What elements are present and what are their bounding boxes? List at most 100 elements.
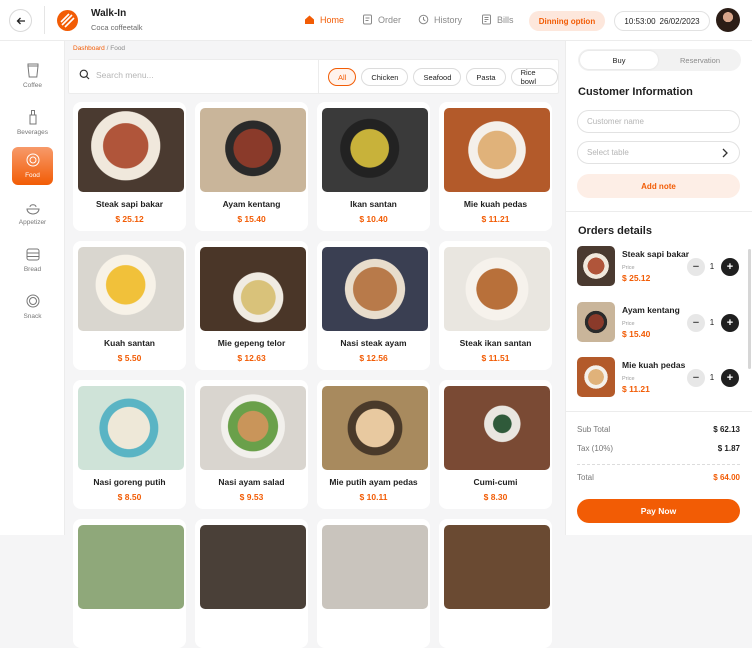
food-name: Nasi ayam salad bbox=[218, 477, 285, 487]
food-image bbox=[200, 108, 306, 192]
time-text: 10:53:00 bbox=[624, 16, 656, 26]
order-item-name: Mie kuah pedas bbox=[622, 360, 686, 370]
menu-card[interactable] bbox=[195, 519, 308, 648]
nav-home[interactable]: Home bbox=[304, 14, 344, 25]
menu-card[interactable]: Ayam kentang $ 15.40 bbox=[195, 102, 308, 231]
nav-order[interactable]: Order bbox=[362, 14, 401, 25]
divider bbox=[44, 6, 45, 34]
subtotal-value: $ 62.13 bbox=[713, 425, 740, 434]
increase-quantity-button[interactable]: + bbox=[721, 369, 739, 387]
search-input[interactable]: Search menu... bbox=[79, 69, 154, 80]
menu-card[interactable]: Cumi-cumi $ 8.30 bbox=[439, 380, 552, 509]
order-type-title: Walk-In bbox=[91, 8, 127, 19]
filter-pasta[interactable]: Pasta bbox=[466, 68, 506, 86]
menu-card[interactable] bbox=[317, 519, 430, 648]
category-sidebar: Coffee Beverages Food Appetizer Bread Sn… bbox=[0, 41, 65, 535]
filter-seafood[interactable]: Seafood bbox=[413, 68, 462, 86]
top-bar: Walk-In Coca coffeetalk Home Order Histo… bbox=[0, 0, 752, 41]
tax-label: Tax (10%) bbox=[577, 444, 614, 453]
sidebar-item-label: Snack bbox=[23, 313, 42, 320]
food-image bbox=[78, 525, 184, 609]
order-item: Steak sapi bakar Price $ 25.12 − 1 + bbox=[577, 246, 742, 286]
sidebar-item-label: Coffee bbox=[22, 82, 43, 89]
menu-card[interactable]: Mie putih ayam pedas $ 10.11 bbox=[317, 380, 430, 509]
increase-quantity-button[interactable]: + bbox=[721, 314, 739, 332]
quantity-value: 1 bbox=[709, 373, 715, 382]
food-price: $ 12.56 bbox=[359, 353, 388, 363]
add-note-button[interactable]: Add note bbox=[577, 174, 740, 198]
arrow-left-icon bbox=[16, 17, 25, 24]
filter-all[interactable]: All bbox=[328, 68, 357, 86]
tab-reservation[interactable]: Reservation bbox=[661, 51, 739, 69]
sidebar-item-coffee[interactable]: Coffee bbox=[12, 57, 53, 95]
total-row: Total $ 64.00 bbox=[577, 473, 740, 482]
decrease-quantity-button[interactable]: − bbox=[687, 314, 705, 332]
filter-rice-bowl[interactable]: Rice bowl bbox=[510, 68, 558, 86]
decrease-quantity-button[interactable]: − bbox=[687, 258, 705, 276]
sidebar-item-snack[interactable]: Snack bbox=[12, 288, 53, 326]
subtotal-row: Sub Total $ 62.13 bbox=[577, 425, 740, 434]
food-name: Steak ikan santan bbox=[459, 338, 532, 348]
food-price: $ 10.11 bbox=[359, 492, 388, 502]
filter-chicken[interactable]: Chicken bbox=[361, 68, 409, 86]
menu-card[interactable]: Steak sapi bakar $ 25.12 bbox=[73, 102, 186, 231]
menu-card[interactable]: Nasi ayam salad $ 9.53 bbox=[195, 380, 308, 509]
pay-now-button[interactable]: Pay Now bbox=[577, 499, 740, 523]
tab-buy[interactable]: Buy bbox=[580, 51, 658, 69]
food-name: Ikan santan bbox=[350, 199, 397, 209]
food-name: Cumi-cumi bbox=[473, 477, 518, 487]
sidebar-item-label: Bread bbox=[23, 266, 42, 273]
dining-option-button[interactable]: Dinning option bbox=[529, 11, 605, 31]
increase-quantity-button[interactable]: + bbox=[721, 258, 739, 276]
nav-history[interactable]: History bbox=[418, 14, 462, 25]
quantity-value: 1 bbox=[709, 318, 715, 327]
order-item: Ayam kentang Price $ 15.40 − 1 + bbox=[577, 302, 742, 342]
menu-card[interactable] bbox=[73, 519, 186, 648]
nav-history-label: History bbox=[434, 14, 463, 25]
filter-chips: All Chicken Seafood Pasta Rice bowl bbox=[328, 68, 558, 86]
order-panel: Buy Reservation Customer Information Cus… bbox=[565, 41, 752, 535]
customer-name-placeholder: Customer name bbox=[587, 117, 644, 126]
breadcrumb-dashboard[interactable]: Dashboard bbox=[73, 45, 105, 52]
menu-card[interactable]: Nasi goreng putih $ 8.50 bbox=[73, 380, 186, 509]
menu-card[interactable]: Steak ikan santan $ 11.51 bbox=[439, 241, 552, 370]
sidebar-item-food[interactable]: Food bbox=[12, 147, 53, 185]
food-name: Nasi goreng putih bbox=[93, 477, 166, 487]
divider bbox=[566, 211, 752, 212]
order-item-name: Steak sapi bakar bbox=[622, 249, 690, 259]
order-item-image bbox=[577, 246, 615, 286]
customer-name-field[interactable]: Customer name bbox=[577, 110, 740, 133]
sidebar-item-label: Appetizer bbox=[18, 219, 47, 226]
food-price: $ 8.30 bbox=[483, 492, 508, 502]
order-icon bbox=[363, 14, 372, 25]
order-item-price: $ 15.40 bbox=[622, 329, 651, 339]
sidebar-item-bread[interactable]: Bread bbox=[12, 241, 53, 279]
menu-card[interactable]: Nasi steak ayam $ 12.56 bbox=[317, 241, 430, 370]
food-image bbox=[200, 525, 306, 609]
menu-card[interactable]: Kuah santan $ 5.50 bbox=[73, 241, 186, 370]
orders-scrollbar[interactable] bbox=[748, 249, 751, 369]
food-name: Mie putih ayam pedas bbox=[329, 477, 418, 487]
menu-card[interactable]: Mie gepeng telor $ 12.63 bbox=[195, 241, 308, 370]
food-name: Ayam kentang bbox=[222, 199, 281, 209]
price-label: Price bbox=[622, 321, 635, 327]
sidebar-item-beverages[interactable]: Beverages bbox=[12, 104, 53, 142]
breadcrumb-current: Food bbox=[110, 45, 126, 52]
menu-area: Dashboard / Food Search menu... All Chic… bbox=[65, 41, 565, 648]
food-name: Steak sapi bakar bbox=[95, 199, 164, 209]
subtotal-label: Sub Total bbox=[577, 425, 611, 434]
food-price: $ 25.12 bbox=[115, 214, 144, 224]
nav-bills[interactable]: Bills bbox=[481, 14, 514, 25]
avatar[interactable] bbox=[716, 8, 740, 32]
menu-card[interactable] bbox=[439, 519, 552, 648]
sidebar-item-appetizer[interactable]: Appetizer bbox=[12, 194, 53, 232]
logo-icon bbox=[57, 10, 78, 31]
back-button[interactable] bbox=[9, 9, 32, 32]
select-table-field[interactable]: Select table bbox=[577, 141, 740, 164]
food-price: $ 11.51 bbox=[481, 353, 510, 363]
store-name: Coca coffeetalk bbox=[91, 23, 143, 32]
food-price: $ 9.53 bbox=[239, 492, 264, 502]
menu-card[interactable]: Mie kuah pedas $ 11.21 bbox=[439, 102, 552, 231]
decrease-quantity-button[interactable]: − bbox=[687, 369, 705, 387]
menu-card[interactable]: Ikan santan $ 10.40 bbox=[317, 102, 430, 231]
